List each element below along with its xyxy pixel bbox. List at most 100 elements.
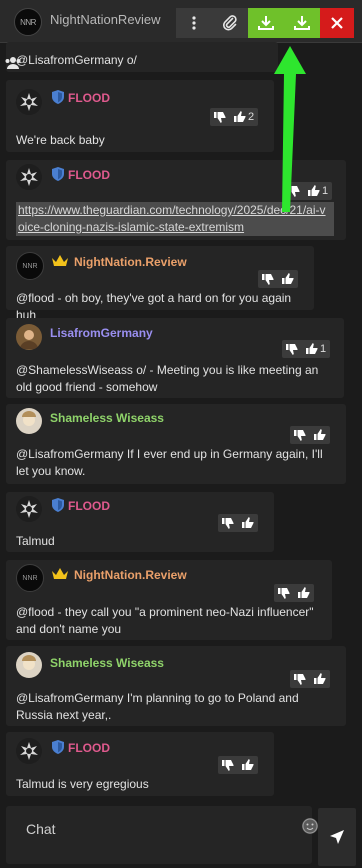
vote-count: 1 (322, 185, 329, 197)
spiral-logo-icon (20, 168, 38, 186)
thumbs-down-button[interactable] (290, 670, 310, 688)
message-item: NNR NightNation.Review @flood - they cal… (6, 560, 332, 640)
composer: Chat (0, 804, 362, 868)
message-item: NNR NightNation.Review @flood - oh boy, … (6, 246, 314, 322)
avatar (16, 408, 42, 434)
thumbs-up-button[interactable] (238, 514, 258, 532)
message-link[interactable]: https://www.theguardian.com/technology/2… (16, 202, 334, 236)
message-item: FLOOD 1 https://www.theguardian.com/tech… (6, 160, 346, 240)
shield-icon (52, 740, 64, 754)
user-photo-icon (22, 411, 36, 426)
thumbs-up-button[interactable] (278, 270, 298, 288)
thumbs-up-icon (314, 429, 326, 440)
author-name: NightNation.Review (74, 255, 187, 269)
thumbs-up-button[interactable] (310, 670, 330, 688)
thumbs-up-icon (298, 587, 310, 598)
vote-controls (258, 270, 298, 288)
avatar (16, 738, 42, 764)
thumbs-down-button[interactable] (282, 340, 302, 358)
shield-icon (52, 90, 64, 104)
attach-button[interactable] (212, 8, 248, 38)
thumbs-up-icon (242, 517, 254, 528)
avatar (16, 164, 42, 190)
thumbs-down-button[interactable] (258, 270, 278, 288)
vote-controls (218, 756, 258, 774)
message-text: @LisafromGermany I'm planning to go to P… (16, 691, 299, 722)
emoji-button[interactable] (302, 818, 318, 834)
send-button[interactable] (318, 808, 356, 866)
avatar (16, 324, 42, 350)
shield-icon (52, 167, 64, 181)
crown-icon (52, 255, 68, 266)
vote-controls: 2 (210, 108, 259, 126)
vote-controls: 1 (282, 340, 331, 358)
thumbs-up-button[interactable] (310, 426, 330, 444)
author-name: Shameless Wiseass (50, 411, 164, 425)
thumbs-up-icon (314, 673, 326, 684)
vote-controls: 1 (284, 182, 333, 200)
vote-controls (218, 514, 258, 532)
thumbs-up-icon (308, 185, 320, 196)
message-partial: @LisafromGermany o/ (6, 42, 278, 72)
author-name: Shameless Wiseass (50, 656, 164, 670)
download-icon (294, 16, 310, 30)
emoji-icon (302, 818, 318, 834)
thumbs-up-button[interactable]: 2 (230, 108, 258, 126)
thumbs-up-icon (282, 273, 294, 284)
thumbs-down-button[interactable] (284, 182, 304, 200)
message-text: @flood - they call you "a prominent neo-… (16, 605, 314, 636)
author-name: FLOOD (68, 168, 110, 182)
users-icon[interactable] (4, 56, 22, 70)
thumbs-up-button[interactable]: 1 (304, 182, 332, 200)
avatar (16, 496, 42, 522)
chat-input[interactable]: Chat (6, 806, 318, 864)
message-text: Talmud (16, 534, 55, 548)
thumbs-down-icon (222, 518, 234, 529)
thumbs-up-button[interactable]: 1 (302, 340, 330, 358)
thumbs-down-icon (222, 760, 234, 771)
vote-controls (290, 426, 330, 444)
message-item: FLOOD Talmud (6, 492, 274, 552)
paperclip-icon (223, 15, 237, 31)
message-item: FLOOD 2 We're back baby (6, 80, 274, 152)
download-button[interactable] (248, 8, 284, 38)
message-text: We're back baby (16, 133, 105, 147)
thumbs-down-icon (286, 344, 298, 355)
crown-icon (52, 568, 68, 579)
thumbs-down-icon (294, 430, 306, 441)
message-item: LisafromGermany 1 @ShamelessWiseass o/ -… (6, 318, 344, 398)
vote-count: 2 (248, 111, 255, 123)
message-text: @LisafromGermany o/ (16, 53, 137, 67)
thumbs-up-button[interactable] (294, 584, 314, 602)
vote-controls (290, 670, 330, 688)
channel-title: NightNationReview (50, 12, 161, 27)
close-button[interactable] (320, 8, 354, 38)
thumbs-down-icon (288, 186, 300, 197)
thumbs-up-icon (242, 759, 254, 770)
thumbs-up-icon (306, 343, 318, 354)
thumbs-down-button[interactable] (290, 426, 310, 444)
download-icon (258, 16, 274, 30)
thumbs-down-button[interactable] (218, 514, 238, 532)
thumbs-down-button[interactable] (210, 108, 230, 126)
thumbs-down-button[interactable] (274, 584, 294, 602)
vote-count: 1 (320, 343, 327, 355)
spiral-logo-icon (20, 93, 38, 111)
author-name: FLOOD (68, 499, 110, 513)
message-text: Talmud is very egregious (16, 777, 149, 791)
vote-controls (274, 584, 314, 602)
more-options-button[interactable] (176, 8, 212, 38)
thumbs-down-icon (214, 112, 226, 123)
message-list[interactable]: @LisafromGermany o/ FLOOD 2 We're back b… (0, 42, 362, 804)
thumbs-up-button[interactable] (238, 756, 258, 774)
avatar (16, 89, 42, 115)
spiral-logo-icon (20, 500, 38, 518)
message-item: Shameless Wiseass @LisafromGermany I'm p… (6, 646, 346, 726)
author-name: FLOOD (68, 91, 110, 105)
download-button-secondary[interactable] (284, 8, 320, 38)
thumbs-down-button[interactable] (218, 756, 238, 774)
message-item: FLOOD Talmud is very egregious (6, 732, 274, 796)
channel-logo: NNR (14, 8, 42, 36)
chat-header: NNR NightNationReview (0, 0, 362, 43)
avatar: NNR (16, 564, 44, 592)
